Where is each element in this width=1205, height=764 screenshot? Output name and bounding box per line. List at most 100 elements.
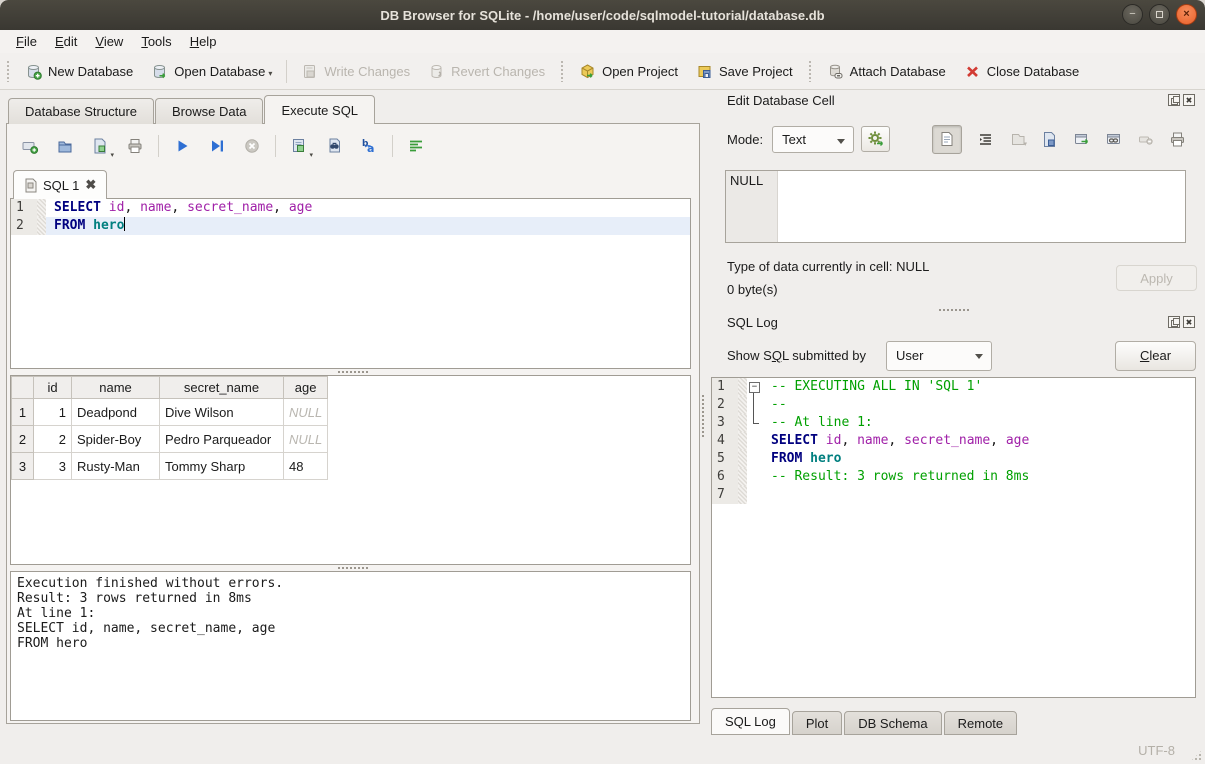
sql-tab[interactable]: SQL 1 ✖ [13, 170, 107, 199]
menu-view[interactable]: View [86, 32, 132, 51]
toolbar-drag-handle[interactable] [6, 60, 11, 82]
table-cell[interactable]: NULL [284, 426, 328, 453]
column-header[interactable]: name [72, 377, 160, 399]
close-database-icon [964, 63, 981, 80]
code-line[interactable]: 7 [712, 486, 1195, 504]
attach-database-label: Attach Database [850, 64, 946, 79]
execute-all-icon[interactable] [169, 133, 195, 159]
execution-status[interactable]: Execution finished without errors. Resul… [10, 571, 691, 721]
text-cursor [124, 217, 125, 231]
code-line[interactable]: 2-- [712, 396, 1195, 414]
execute-current-line-icon[interactable] [204, 133, 230, 159]
table-cell[interactable]: Deadpond [72, 399, 160, 426]
menu-help[interactable]: Help [181, 32, 226, 51]
print-cell-icon[interactable] [1169, 131, 1186, 148]
table-cell[interactable]: 3 [34, 453, 72, 480]
menu-edit[interactable]: Edit [46, 32, 86, 51]
tab-remote[interactable]: Remote [944, 711, 1018, 735]
word-wrap-cell-icon[interactable] [977, 131, 994, 148]
minimize-icon[interactable]: − [1122, 4, 1143, 25]
code-text: FROM hero [46, 217, 690, 235]
tab-plot[interactable]: Plot [792, 711, 842, 735]
column-header[interactable]: age [284, 377, 328, 399]
table-cell[interactable]: 1 [34, 399, 72, 426]
tab-sql-log[interactable]: SQL Log [711, 708, 790, 735]
table-cell[interactable]: Pedro Parqueador [160, 426, 284, 453]
save-results-icon[interactable]: ▾ [286, 133, 312, 159]
table-cell[interactable]: NULL [284, 399, 328, 426]
find-replace-icon[interactable] [321, 133, 347, 159]
table-cell[interactable]: Spider-Boy [72, 426, 160, 453]
fold-collapse-icon[interactable] [747, 378, 763, 396]
text-mode-icon[interactable] [932, 125, 962, 154]
open-new-tab-icon[interactable] [17, 133, 43, 159]
close-panel-icon[interactable]: ✖ [1183, 94, 1195, 106]
close-database-button[interactable]: Close Database [955, 59, 1089, 84]
export-to-file-icon[interactable] [1041, 131, 1058, 148]
table-cell[interactable]: Dive Wilson [160, 399, 284, 426]
cell-info-row: Type of data currently in cell: NULL 0 b… [727, 257, 1197, 312]
tab-execute-sql[interactable]: Execute SQL [264, 95, 375, 124]
float-panel-icon[interactable] [1168, 316, 1180, 328]
row-number[interactable]: 1 [12, 399, 34, 426]
save-sql-file-icon[interactable]: ▾ [87, 133, 113, 159]
close-icon[interactable]: × [1176, 4, 1197, 25]
code-line[interactable]: 5FROM hero [712, 450, 1195, 468]
line-number: 1 [11, 199, 37, 217]
table-cell[interactable]: 2 [34, 426, 72, 453]
new-database-icon [25, 63, 42, 80]
cell-value-area[interactable] [778, 171, 1185, 242]
submitted-by-select[interactable]: User [886, 341, 992, 371]
cell-null-indicator: NULL [726, 171, 778, 242]
dock-splitter[interactable] [710, 306, 1197, 314]
print-sql-icon[interactable] [122, 133, 148, 159]
table-cell[interactable]: 48 [284, 453, 328, 480]
toolbar-drag-handle[interactable] [808, 60, 813, 82]
open-external-icon[interactable] [1073, 131, 1090, 148]
code-line[interactable]: 1-- EXECUTING ALL IN 'SQL 1' [712, 378, 1195, 396]
panel-splitter[interactable] [702, 395, 704, 437]
tab-database-structure[interactable]: Database Structure [8, 98, 154, 124]
row-number[interactable]: 2 [12, 426, 34, 453]
open-project-button[interactable]: Open Project [570, 59, 687, 84]
sql-toolbar-separator [275, 135, 276, 157]
sql-log-editor[interactable]: 1-- EXECUTING ALL IN 'SQL 1'2--3-- At li… [711, 377, 1196, 698]
table-cell[interactable]: Tommy Sharp [160, 453, 284, 480]
tab-browse-data[interactable]: Browse Data [155, 98, 263, 124]
tab-close-icon[interactable]: ✖ [85, 177, 96, 193]
gutter-hatch [738, 450, 747, 468]
word-wrap-icon[interactable] [403, 133, 429, 159]
float-panel-icon[interactable] [1168, 94, 1180, 106]
attach-database-button[interactable]: Attach Database [818, 59, 955, 84]
close-panel-icon[interactable]: ✖ [1183, 316, 1195, 328]
new-database-button[interactable]: New Database [16, 59, 142, 84]
code-line[interactable]: 4SELECT id, name, secret_name, age [712, 432, 1195, 450]
row-number[interactable]: 3 [12, 453, 34, 480]
copy-link-icon[interactable] [1105, 131, 1122, 148]
open-sql-file-icon[interactable] [52, 133, 78, 159]
mode-select[interactable]: Text [772, 126, 854, 153]
code-line[interactable]: 1SELECT id, name, secret_name, age [11, 199, 690, 217]
code-line[interactable]: 3-- At line 1: [712, 414, 1195, 432]
table-cell[interactable]: Rusty-Man [72, 453, 160, 480]
menu-file[interactable]: File [7, 32, 46, 51]
menu-tools[interactable]: Tools [132, 32, 180, 51]
save-project-button[interactable]: Save Project [687, 59, 802, 84]
code-line[interactable]: 6-- Result: 3 rows returned in 8ms [712, 468, 1195, 486]
resize-grip-icon[interactable] [1190, 749, 1203, 762]
toolbar-drag-handle[interactable] [560, 60, 565, 82]
column-header[interactable]: id [34, 377, 72, 399]
tab-db-schema[interactable]: DB Schema [844, 711, 941, 735]
auto-format-icon[interactable]: ba [356, 133, 382, 159]
auto-apply-button[interactable] [861, 126, 890, 152]
open-database-button[interactable]: Open Database ▾ [142, 59, 281, 84]
fold-margin [747, 414, 763, 432]
code-line[interactable]: 2FROM hero [11, 217, 690, 235]
clear-log-button[interactable]: Clear [1115, 341, 1196, 371]
maximize-icon[interactable] [1149, 4, 1170, 25]
sql-editor[interactable]: 1SELECT id, name, secret_name, age2FROM … [10, 198, 691, 369]
cell-value-editor[interactable]: NULL [725, 170, 1186, 243]
table-row: 33Rusty-ManTommy Sharp48 [12, 453, 328, 480]
column-header[interactable]: secret_name [160, 377, 284, 399]
revert-changes-button: Revert Changes [419, 59, 554, 84]
